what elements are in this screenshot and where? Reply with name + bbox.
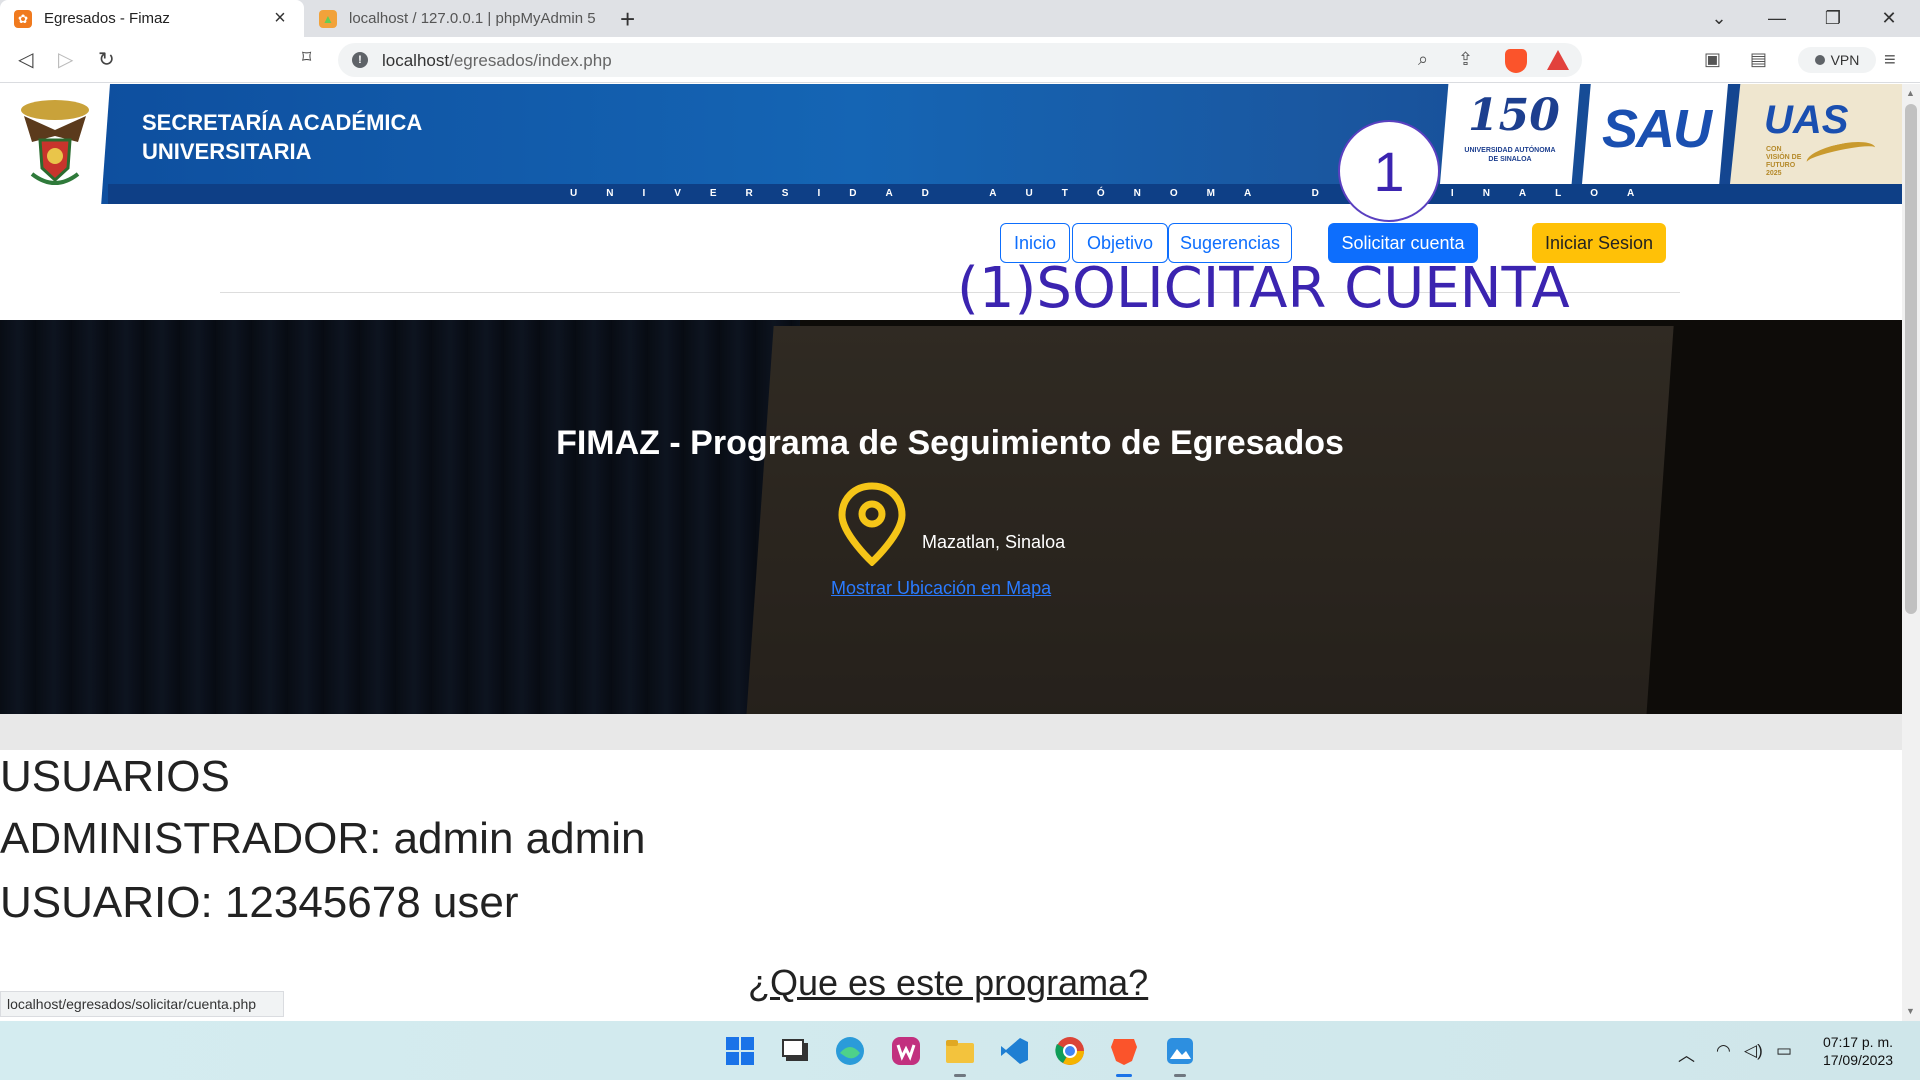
brave-browser-icon[interactable]: [1108, 1035, 1140, 1067]
restore-icon[interactable]: ❐: [1806, 0, 1860, 37]
tab-title: Egresados - Fimaz: [44, 10, 170, 27]
tray-chevron-up-icon[interactable]: ︿: [1678, 1041, 1695, 1066]
close-tab-icon[interactable]: ×: [270, 7, 290, 30]
header-title: SECRETARÍA ACADÉMICA UNIVERSITARIA: [142, 108, 422, 166]
admin-credentials: ADMINISTRADOR: admin admin: [0, 814, 646, 863]
edge-icon[interactable]: [834, 1035, 866, 1067]
header-subtitle: UNIVERSIDAD AUTÓNOMA DE SINALOA: [570, 188, 1664, 199]
logo-uas-text: UAS: [1764, 98, 1849, 142]
back-icon[interactable]: ◁: [18, 47, 33, 72]
tab-egresados[interactable]: ✿ Egresados - Fimaz ×: [0, 0, 304, 37]
bookmark-icon[interactable]: ⌑: [302, 47, 311, 68]
link-status-bar: localhost/egresados/solicitar/cuenta.php: [0, 991, 284, 1017]
tab-list-chevron-icon[interactable]: ⌄: [1692, 0, 1746, 37]
zoom-icon[interactable]: ⌕: [1418, 49, 1428, 70]
minimize-icon[interactable]: —: [1750, 0, 1804, 37]
xampp-favicon-icon: ✿: [14, 9, 32, 28]
system-clock[interactable]: 07:17 p. m. 17/09/2023: [1810, 1033, 1906, 1069]
logo-uas: UAS CON VISIÓN DE FUTURO 2025: [1730, 84, 1902, 184]
uas-seal-container: [0, 84, 110, 204]
share-icon[interactable]: ⇪: [1458, 49, 1473, 70]
address-text[interactable]: localhost/egresados/index.php: [382, 51, 612, 71]
uas-seal-icon: [21, 100, 89, 185]
vpn-button[interactable]: VPN: [1798, 47, 1876, 73]
logo-150-number: 150: [1468, 90, 1560, 141]
hero-section: [0, 320, 1902, 714]
wallet-icon[interactable]: ▤: [1750, 49, 1767, 70]
browser-tab-bar: ✿ Egresados - Fimaz × ▲ localhost / 127.…: [0, 0, 1920, 37]
user-credentials: USUARIO: 12345678 user: [0, 878, 519, 927]
warp-icon[interactable]: [890, 1035, 922, 1067]
close-window-icon[interactable]: ✕: [1862, 0, 1916, 37]
location-pin-icon: [838, 482, 906, 566]
page-scrollbar[interactable]: ▲ ▼: [1902, 84, 1920, 1021]
hero-title: FIMAZ - Programa de Seguimiento de Egres…: [556, 424, 1344, 462]
wifi-icon[interactable]: ◠: [1716, 1041, 1731, 1061]
header-title-line2: UNIVERSITARIA: [142, 139, 312, 164]
brave-active-indicator: [1116, 1074, 1132, 1077]
program-question-link[interactable]: ¿Que es este programa?: [748, 962, 1148, 1004]
page-viewport: SECRETARÍA ACADÉMICA UNIVERSITARIA UNIVE…: [0, 84, 1902, 1021]
file-explorer-icon[interactable]: [944, 1035, 976, 1067]
header-title-line1: SECRETARÍA ACADÉMICA: [142, 110, 423, 135]
logo-150-aniversario: 150 UNIVERSIDAD AUTÓNOMA DE SINALOA: [1440, 84, 1580, 184]
photos-running-indicator: [1174, 1074, 1186, 1077]
tab-phpmyadmin[interactable]: ▲ localhost / 127.0.0.1 | phpMyAdmin 5..…: [305, 0, 609, 37]
logo-sau-text: SAU: [1602, 99, 1712, 159]
sidebar-icon[interactable]: ▣: [1704, 49, 1721, 70]
clock-time: 07:17 p. m.: [1822, 1034, 1894, 1050]
hero-bottom-bar: [0, 714, 1902, 750]
reload-icon[interactable]: ↻: [98, 47, 115, 72]
vpn-label: VPN: [1830, 52, 1860, 68]
address-bar[interactable]: ! localhost/egresados/index.php: [338, 43, 1582, 77]
battery-icon[interactable]: ▭: [1776, 1041, 1792, 1061]
windows-start-icon[interactable]: [724, 1035, 756, 1067]
hero-shade: [0, 320, 1902, 714]
forward-icon[interactable]: ▷: [58, 47, 73, 72]
logo-uas-caption: CON VISIÓN DE FUTURO 2025: [1766, 146, 1802, 177]
clock-date: 17/09/2023: [1822, 1052, 1894, 1068]
brave-rewards-icon[interactable]: [1547, 50, 1569, 70]
users-heading: USUARIOS: [0, 752, 230, 801]
explorer-running-indicator: [954, 1074, 966, 1077]
vscode-icon[interactable]: [998, 1035, 1030, 1067]
phpmyadmin-favicon-icon: ▲: [319, 9, 337, 28]
annotation-step-circle: 1: [1338, 120, 1440, 222]
site-header: SECRETARÍA ACADÉMICA UNIVERSITARIA UNIVE…: [0, 84, 1902, 204]
logo-sau: SAU: [1582, 84, 1728, 184]
task-view-icon[interactable]: [780, 1035, 812, 1067]
new-tab-icon[interactable]: +: [620, 4, 635, 35]
tab-title: localhost / 127.0.0.1 | phpMyAdmin 5...: [349, 10, 595, 27]
menu-icon[interactable]: ≡: [1884, 49, 1896, 72]
site-info-icon[interactable]: !: [352, 52, 368, 68]
scroll-up-icon[interactable]: ▲: [1906, 88, 1915, 98]
volume-icon[interactable]: ◁): [1744, 1041, 1763, 1061]
photos-icon[interactable]: [1164, 1035, 1196, 1067]
scroll-thumb[interactable]: [1905, 104, 1917, 614]
windows-taskbar: ︿ ◠ ◁) ▭ 07:17 p. m. 17/09/2023: [0, 1021, 1920, 1080]
logo-150-caption: UNIVERSIDAD AUTÓNOMA DE SINALOA: [1464, 147, 1556, 163]
annotation-label: (1)SOLICITAR CUENTA: [957, 256, 1570, 321]
hero-location: Mazatlan, Sinaloa: [922, 532, 1066, 552]
chrome-icon[interactable]: [1054, 1035, 1086, 1067]
map-link[interactable]: Mostrar Ubicación en Mapa: [831, 578, 1051, 599]
brave-shields-icon[interactable]: [1505, 49, 1527, 73]
vpn-status-icon: [1814, 55, 1825, 65]
browser-toolbar: ◁ ▷ ↻ ⌑ ! localhost/egresados/index.php …: [0, 37, 1920, 83]
scroll-down-icon[interactable]: ▼: [1906, 1006, 1915, 1016]
